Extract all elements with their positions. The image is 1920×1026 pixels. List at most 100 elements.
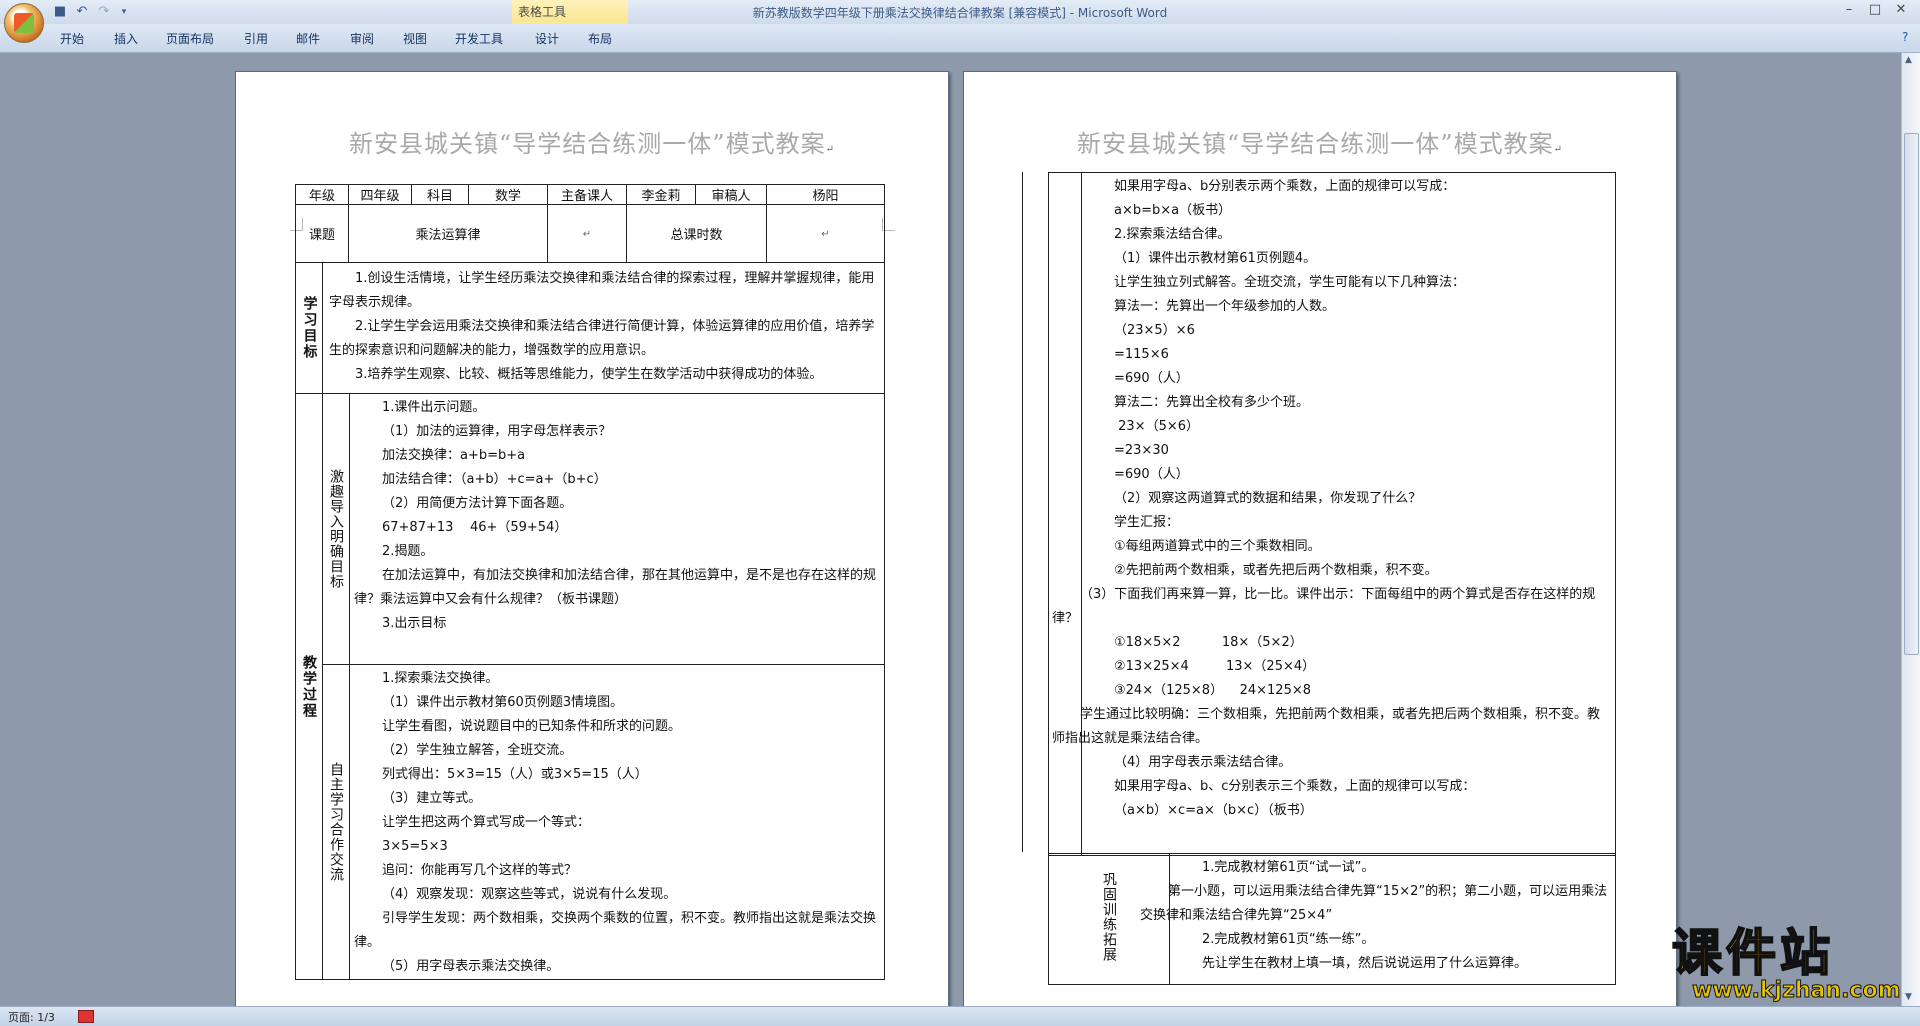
document-workspace[interactable]: 新安县城关镇“导学结合练测一体”模式教案↵ 年级 四年级 科目 数学 主备课人 … — [0, 53, 1900, 1006]
title-bar: 表格工具 ■ ↶ ↷ ▾ 新苏教版数学四年级下册乘法交换律结合律教案 [兼容模式… — [0, 0, 1920, 52]
watermark-main-text: 课件站 — [1671, 924, 1834, 982]
office-logo-icon — [14, 13, 34, 33]
grade-value: 四年级 — [348, 184, 412, 205]
table-row: 巩固训练拓展 1.完成教材第61页“试一试”。 第一小题，可以运用乘法结合律先算… — [1048, 853, 1616, 985]
tab-design[interactable]: 设计 — [535, 30, 559, 47]
goal-item: 3.培养学生观察、比较、概括等思维能力，使学生在数学活动中获得成功的体验。 — [355, 367, 823, 382]
table-row: 教学过程 激趣导入明确目标 1.课件出示问题。 （1）加法的运算律，用字母怎样表… — [295, 393, 885, 980]
lesson-line: 1.探索乘法交换律。 — [382, 671, 499, 686]
section-self-study: 自主学习合作交流 1.探索乘法交换律。 （1）课件出示教材第60页例题3情境图。… — [323, 665, 884, 979]
paragraph-mark: ↵ — [582, 229, 592, 240]
section-intro-label-text: 激趣导入明确目标 — [328, 469, 344, 589]
lesson-table-page1: 年级 四年级 科目 数学 主备课人 李金莉 审稿人 杨阳 课题 乘法运算律 ↵ … — [295, 184, 885, 980]
lesson-line: 加法结合律：（a+b）+c=a+（b+c） — [382, 472, 607, 487]
section-intro-content: 1.课件出示问题。 （1）加法的运算律，用字母怎样表示？ 加法交换律：a+b=b… — [350, 394, 884, 664]
total-hours-value: ↵ — [766, 204, 885, 263]
lesson-line: =115×6 — [1114, 347, 1169, 362]
tab-references[interactable]: 引用 — [244, 30, 268, 47]
table-row: 如果用字母a、b分别表示两个乘数，上面的规律可以写成： a×b=b×a（板书） … — [1048, 172, 1616, 856]
lesson-line: 2.完成教材第61页“练一练”。 — [1202, 932, 1375, 947]
lesson-line: （23×5）×6 — [1114, 323, 1195, 338]
ribbon: 开始 插入 页面布局 引用 邮件 审阅 视图 开发工具 设计 布局 ? — [0, 24, 1920, 53]
lesson-line: 23×（5×6） — [1114, 419, 1200, 434]
lesson-line: （2）观察这两道算式的数据和结果，你发现了什么？ — [1114, 491, 1422, 506]
vertical-scrollbar[interactable]: ▲ ▼ — [1901, 53, 1920, 1006]
continuation-label-cell — [1048, 172, 1082, 856]
goal-item: 2.让学生学会运用乘法交换律和乘法结合律进行简便计算，体验运算律的应用价值，培养… — [329, 319, 875, 358]
lesson-line: 1.课件出示问题。 — [382, 400, 486, 415]
page-2: 新安县城关镇“导学结合练测一体”模式教案↵ 如果用字母a、b分别表示两个乘数，上… — [963, 71, 1677, 1006]
page-2-title: 新安县城关镇“导学结合练测一体”模式教案↵ — [964, 124, 1676, 159]
section-intro: 激趣导入明确目标 1.课件出示问题。 （1）加法的运算律，用字母怎样表示？ 加法… — [323, 394, 884, 665]
lesson-line: 3×5=5×3 — [382, 839, 448, 854]
process-sections: 激趣导入明确目标 1.课件出示问题。 （1）加法的运算律，用字母怎样表示？ 加法… — [323, 394, 884, 979]
grade-label: 年级 — [295, 184, 349, 205]
lesson-line: （1）课件出示教材第60页例题3情境图。 — [382, 695, 624, 710]
tab-developer[interactable]: 开发工具 — [455, 30, 503, 47]
reviewer-value: 杨阳 — [766, 184, 885, 205]
practice-label-text: 巩固训练拓展 — [1101, 872, 1117, 962]
close-icon[interactable]: ✕ — [1888, 2, 1914, 17]
status-bar: 页面: 1/3 — [0, 1006, 1920, 1026]
lesson-line: 引导学生发现：两个数相乘，交换两个乘数的位置，积不变。教师指出这就是乘法交换律。 — [354, 911, 877, 950]
lesson-line: 算法一：先算出一个年级参加的人数。 — [1114, 299, 1336, 314]
tab-home[interactable]: 开始 — [60, 30, 84, 47]
lesson-line: 追问：你能再写几个这样的等式？ — [382, 863, 578, 878]
lesson-line: （3）建立等式。 — [382, 791, 482, 806]
lesson-table-page2: 如果用字母a、b分别表示两个乘数，上面的规律可以写成： a×b=b×a（板书） … — [1048, 172, 1616, 856]
process-label: 教学过程 — [296, 394, 323, 979]
process-cell: 教学过程 激趣导入明确目标 1.课件出示问题。 （1）加法的运算律，用字母怎样表… — [295, 393, 885, 980]
lesson-line: 3.出示目标 — [382, 616, 447, 631]
lesson-line: 列式得出：5×3=15（人）或3×5=15（人） — [382, 767, 648, 782]
scroll-up-icon[interactable]: ▲ — [1905, 55, 1912, 65]
lesson-line: 如果用字母a、b、c分别表示三个乘数，上面的规律可以写成： — [1114, 779, 1476, 794]
tab-mailings[interactable]: 邮件 — [296, 30, 320, 47]
office-button[interactable] — [4, 3, 44, 43]
tab-view[interactable]: 视图 — [403, 30, 427, 47]
tab-insert[interactable]: 插入 — [114, 30, 138, 47]
table-row: 年级 四年级 科目 数学 主备课人 李金莉 审稿人 杨阳 — [295, 184, 885, 205]
window-title: 新苏教版数学四年级下册乘法交换律结合律教案 [兼容模式] - Microsoft… — [752, 6, 1168, 20]
tab-page-layout[interactable]: 页面布局 — [166, 30, 214, 47]
topic-label: 课题 — [295, 204, 349, 263]
lesson-line: ①18×5×2 18×（5×2） — [1114, 635, 1303, 650]
maximize-icon[interactable]: □ — [1862, 2, 1888, 17]
doc-title-text: 新安县城关镇“导学结合练测一体”模式教案 — [349, 130, 826, 158]
preparer-label: 主备课人 — [547, 184, 627, 205]
lesson-line: 加法交换律：a+b=b+a — [382, 448, 526, 463]
goal-item: 1.创设生活情境，让学生经历乘法交换律和乘法结合律的探索过程，理解并掌握规律，能… — [329, 271, 875, 310]
window-controls: – □ ✕ — [1836, 2, 1914, 17]
paragraph-mark: ↵ — [821, 229, 830, 240]
scroll-down-icon[interactable]: ▼ — [1905, 992, 1912, 1002]
lesson-line: （3）下面我们再来算一算，比一比。课件出示：下面每组中的两个算式是否存在这样的规… — [1052, 587, 1596, 626]
tab-layout[interactable]: 布局 — [588, 30, 612, 47]
lesson-line: （a×b）×c=a×（b×c）（板书） — [1114, 803, 1313, 818]
scrollbar-thumb[interactable] — [1904, 133, 1919, 655]
subject-value: 数学 — [468, 184, 548, 205]
lesson-line: 让学生看图，说说题目中的已知条件和所求的问题。 — [382, 719, 682, 734]
help-icon[interactable]: ? — [1902, 30, 1908, 44]
lesson-line: 在加法运算中，有加法交换律和加法结合律，那在其他运算中，是不是也存在这样的规律？… — [354, 568, 877, 607]
preparer-value: 李金莉 — [626, 184, 696, 205]
page-indicator[interactable]: 页面: 1/3 — [8, 1009, 55, 1025]
lesson-line: （4）用字母表示乘法结合律。 — [1114, 755, 1292, 770]
section-intro-label: 激趣导入明确目标 — [323, 394, 350, 664]
goals-list: 1.创设生活情境，让学生经历乘法交换律和乘法结合律的探索过程，理解并掌握规律，能… — [323, 263, 884, 393]
lesson-line: a×b=b×a（板书） — [1114, 203, 1232, 218]
lesson-line: （2）学生独立解答，全班交流。 — [382, 743, 573, 758]
proofing-icon[interactable] — [78, 1010, 94, 1023]
minimize-icon[interactable]: – — [1836, 2, 1862, 17]
section-self-study-label: 自主学习合作交流 — [323, 665, 350, 979]
lesson-line: 2.揭题。 — [382, 544, 434, 559]
goals-cell: 学习目标 1.创设生活情境，让学生经历乘法交换律和乘法结合律的探索过程，理解并掌… — [295, 262, 885, 394]
reviewer-label: 审稿人 — [695, 184, 767, 205]
continuation-content: 如果用字母a、b分别表示两个乘数，上面的规律可以写成： a×b=b×a（板书） … — [1052, 172, 1616, 856]
lesson-line: =690（人） — [1114, 371, 1189, 386]
lesson-line: 如果用字母a、b分别表示两个乘数，上面的规律可以写成： — [1114, 179, 1456, 194]
lesson-line: ③24×（125×8） 24×125×8 — [1114, 683, 1312, 698]
lesson-line: 让学生把这两个算式写成一个等式： — [382, 815, 591, 830]
lesson-line: ②13×25×4 13×（25×4） — [1114, 659, 1316, 674]
doc-title-text: 新安县城关镇“导学结合练测一体”模式教案 — [1077, 130, 1554, 158]
tab-review[interactable]: 审阅 — [350, 30, 374, 47]
page-1-title: 新安县城关镇“导学结合练测一体”模式教案↵ — [236, 124, 948, 159]
